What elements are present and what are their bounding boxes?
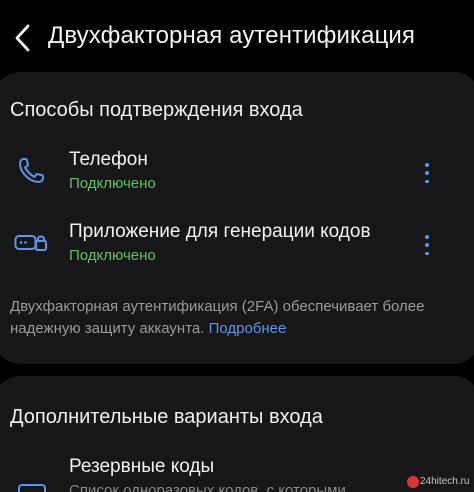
two-factor-description: Двухфакторная аутентификация (2FA) обесп… xyxy=(10,296,450,340)
authenticator-app-title: Приложение для генерации кодов xyxy=(69,221,371,242)
chevron-left-icon xyxy=(15,24,30,52)
more-vertical-icon-dot xyxy=(425,243,429,247)
section-title-additional-login: Дополнительные варианты входа xyxy=(10,406,323,428)
learn-more-link[interactable]: Подробнее xyxy=(209,320,287,337)
more-vertical-icon-dot xyxy=(425,171,429,175)
list-item-backup-codes[interactable]: Резервные коды Список одноразовых кодов,… xyxy=(0,448,474,492)
back-button[interactable] xyxy=(8,20,38,56)
authenticator-app-status: Подключено xyxy=(69,247,156,264)
more-vertical-icon-dot xyxy=(425,251,429,255)
phone-status: Подключено xyxy=(69,175,156,192)
authenticator-app-icon xyxy=(14,235,47,251)
phone-more-button[interactable] xyxy=(418,160,436,186)
more-vertical-icon xyxy=(425,235,429,239)
screen: Двухфакторная аутентификация Способы под… xyxy=(0,0,474,492)
more-vertical-icon xyxy=(425,163,429,167)
watermark-logo xyxy=(407,476,419,488)
backup-codes-subtitle: Список одноразовых кодов, с которыми xyxy=(69,482,346,492)
page-title: Двухфакторная аутентификация xyxy=(48,22,416,49)
top-app-bar: Двухфакторная аутентификация xyxy=(0,0,474,70)
more-vertical-icon-dot xyxy=(425,179,429,183)
phone-icon xyxy=(19,158,44,183)
backup-codes-title: Резервные коды xyxy=(69,456,215,477)
watermark: 24hitech.ru xyxy=(420,476,470,487)
section-title-login-methods: Способы подтверждения входа xyxy=(10,99,303,121)
list-item-authenticator-app[interactable]: Приложение для генерации кодов Подключен… xyxy=(0,212,474,276)
authenticator-app-more-button[interactable] xyxy=(418,232,436,258)
phone-title: Телефон xyxy=(69,149,148,170)
backup-codes-icon xyxy=(18,484,46,492)
list-item-phone[interactable]: Телефон Подключено xyxy=(0,140,474,204)
